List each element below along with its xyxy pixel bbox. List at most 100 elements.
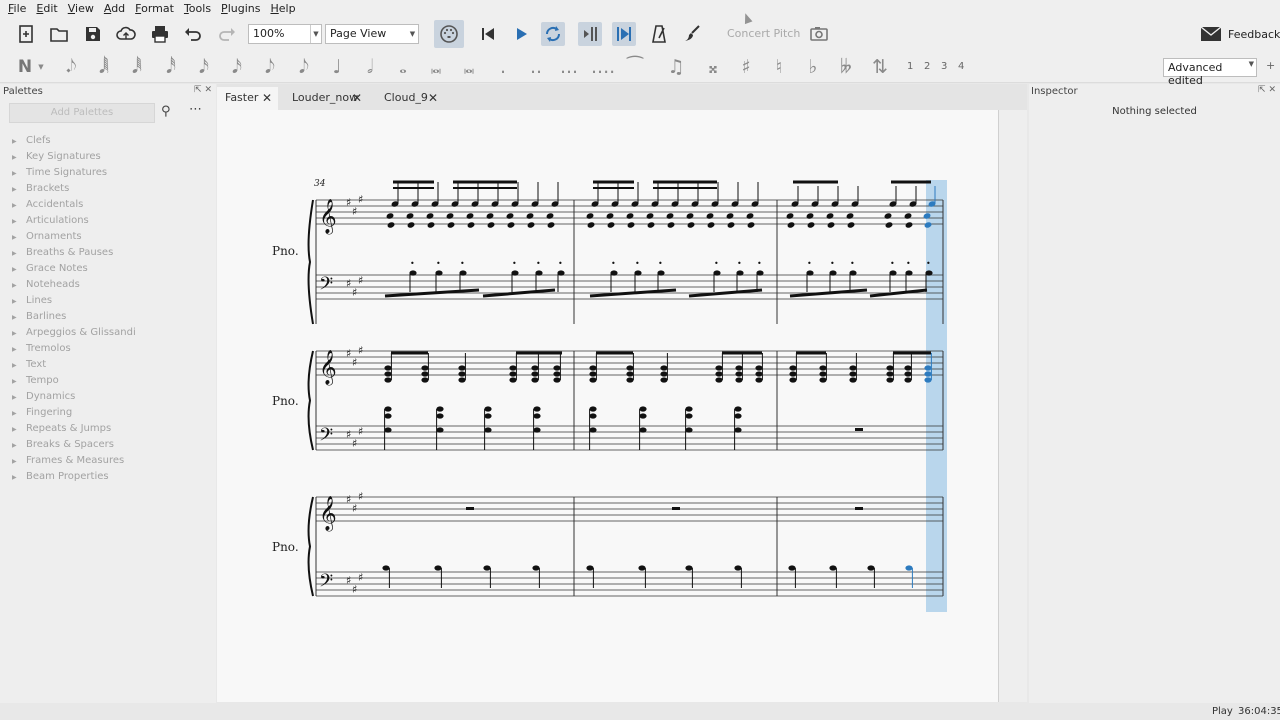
palette-item[interactable]: ▶ Grace Notes xyxy=(12,261,136,277)
flip-direction-icon[interactable]: ⇅ xyxy=(869,55,891,79)
palettes-panel: Palettes ⇱ ✕ Add Palettes ⚲ ⋯ ▶ Clefs ▶ Key… xyxy=(0,84,216,720)
metronome-icon[interactable] xyxy=(647,22,671,46)
zoom-combo[interactable]: 100% ▼ xyxy=(248,24,322,44)
menu-view[interactable]: View xyxy=(63,2,99,15)
palette-item[interactable]: ▶ Noteheads xyxy=(12,277,136,293)
voice-1-button[interactable]: 1 xyxy=(907,61,913,72)
palette-item[interactable]: ▶ Clefs xyxy=(12,133,136,149)
menu-add[interactable]: Add xyxy=(99,2,130,15)
view-mode-combo[interactable]: Page View ▼ xyxy=(325,24,419,44)
workspace-combo[interactable]: Advanced edited ▼ xyxy=(1163,58,1257,87)
tab-cloud-9[interactable]: Cloud_9 ✕ xyxy=(376,87,444,110)
loop-icon[interactable] xyxy=(541,22,565,46)
augmentation-dot-icon[interactable]: . xyxy=(492,55,514,79)
concert-pitch-button[interactable]: Concert Pitch xyxy=(727,27,800,40)
duration-half-icon[interactable]: 𝅗𝅥 xyxy=(359,55,381,79)
sharp-icon[interactable]: ♯ xyxy=(735,55,757,79)
menu-help[interactable]: Help xyxy=(265,2,300,15)
palette-item[interactable]: ▶ Repeats & Jumps xyxy=(12,421,136,437)
duration-128th-icon[interactable]: 𝅘𝅥𝅲 xyxy=(93,55,115,79)
palette-item[interactable]: ▶ Articulations xyxy=(12,213,136,229)
menu-plugins[interactable]: Plugins xyxy=(216,2,265,15)
loop-in-icon[interactable] xyxy=(578,22,602,46)
double-flat-icon[interactable]: 𝄫 xyxy=(835,55,857,79)
double-sharp-icon[interactable]: 𝄪 xyxy=(702,55,724,79)
tab-faster[interactable]: Faster ✕ xyxy=(217,87,278,110)
search-icon[interactable]: ⚲ xyxy=(161,104,171,119)
palette-item[interactable]: ▶ Breaths & Pauses xyxy=(12,245,136,261)
playback-settings-icon[interactable] xyxy=(680,22,704,46)
duration-32nd-icon[interactable]: 𝅘𝅥𝅰 xyxy=(160,55,182,79)
menu-file[interactable]: File xyxy=(3,2,31,15)
menu-format[interactable]: Format xyxy=(130,2,179,15)
double-dot-icon[interactable]: .. xyxy=(525,55,547,79)
duration-quarter-icon[interactable]: ♩ xyxy=(326,55,348,79)
voice-2-button[interactable]: 2 xyxy=(924,61,930,72)
panel-controls-icon[interactable]: ⇱ ✕ xyxy=(1258,85,1276,95)
voice-4-button[interactable]: 4 xyxy=(958,61,964,72)
save-online-icon[interactable] xyxy=(114,22,138,46)
palette-item[interactable]: ▶ Tremolos xyxy=(12,341,136,357)
slur-icon[interactable]: ♫ xyxy=(665,55,687,79)
duration-8th-icon[interactable]: 𝅘𝅥𝅮 xyxy=(259,55,281,79)
redo-icon[interactable] xyxy=(215,22,239,46)
add-toolbar-icon[interactable]: + xyxy=(1266,59,1275,72)
duration-8th-icon[interactable]: 𝅘𝅥𝅯 xyxy=(226,55,248,79)
midi-input-icon[interactable] xyxy=(434,20,464,48)
score-page[interactable]: 𝄞 ♯ ♯ ♯ 𝄢 ♯ ♯ ♯ 𝄞 ♯ ♯ ♯ 𝄢 ♯ ♯ ♯ 𝄞 ♯ ♯ ♯ 𝄢 ♯ ♯ ♯ • • • • • • • • • • • • • • • •… xyxy=(217,110,999,702)
palette-item[interactable]: ▶ Fingering xyxy=(12,405,136,421)
open-icon[interactable] xyxy=(47,22,71,46)
palette-item[interactable]: ▶ Arpeggios & Glissandi xyxy=(12,325,136,341)
palette-item[interactable]: ▶ Barlines xyxy=(12,309,136,325)
duration-breve-icon[interactable]: 𝅜 xyxy=(425,55,447,79)
close-icon[interactable]: ✕ xyxy=(428,87,438,109)
flat-icon[interactable]: ♭ xyxy=(802,55,824,79)
duration-longa-icon[interactable]: 𝅜 xyxy=(458,55,480,79)
menu-edit[interactable]: Edit xyxy=(31,2,62,15)
quadruple-dot-icon[interactable]: .... xyxy=(591,55,615,79)
tab-louder-now[interactable]: Louder_now ✕ xyxy=(284,87,368,110)
print-icon[interactable] xyxy=(148,22,172,46)
palette-item[interactable]: ▶ Time Signatures xyxy=(12,165,136,181)
triple-dot-icon[interactable]: ... xyxy=(558,55,580,79)
tie-icon[interactable]: ⁀ xyxy=(624,55,646,79)
menu-tools[interactable]: Tools xyxy=(179,2,216,15)
chevron-right-icon: ▶ xyxy=(12,442,17,449)
sharp-icon: ♯ xyxy=(346,347,351,360)
note-input-mode-icon[interactable]: N xyxy=(14,55,36,79)
palette-item[interactable]: ▶ Lines xyxy=(12,293,136,309)
palette-item[interactable]: ▶ Breaks & Spacers xyxy=(12,437,136,453)
close-icon[interactable]: ✕ xyxy=(352,87,362,109)
duration-1024th-icon[interactable]: 𝆺𝅥𝅮 xyxy=(60,55,82,79)
add-palettes-button[interactable]: Add Palettes xyxy=(9,103,155,123)
duration-64th-icon[interactable]: 𝅘𝅥𝅱 xyxy=(126,55,148,79)
palette-item[interactable]: ▶ Dynamics xyxy=(12,389,136,405)
camera-icon[interactable] xyxy=(807,22,831,46)
voice-3-button[interactable]: 3 xyxy=(941,61,947,72)
palette-item[interactable]: ▶ Beam Properties xyxy=(12,469,136,485)
more-options-icon[interactable]: ⋯ xyxy=(189,102,202,117)
natural-icon[interactable]: ♮ xyxy=(768,55,790,79)
save-icon[interactable] xyxy=(81,22,105,46)
palette-item[interactable]: ▶ Key Signatures xyxy=(12,149,136,165)
duration-16th-icon[interactable]: 𝅘𝅥𝅯 xyxy=(193,55,215,79)
duration-8th-icon[interactable]: 𝅘𝅥𝅮 xyxy=(293,55,315,79)
new-score-icon[interactable] xyxy=(14,22,38,46)
chevron-down-icon[interactable]: ▼ xyxy=(35,55,47,79)
undo-icon[interactable] xyxy=(181,22,205,46)
palette-item[interactable]: ▶ Brackets xyxy=(12,181,136,197)
palette-item[interactable]: ▶ Accidentals xyxy=(12,197,136,213)
duration-whole-icon[interactable]: 𝅝 xyxy=(392,55,414,79)
notehead xyxy=(904,377,912,383)
close-icon[interactable]: ✕ xyxy=(262,87,272,109)
palette-item[interactable]: ▶ Tempo xyxy=(12,373,136,389)
panel-controls-icon[interactable]: ⇱ ✕ xyxy=(194,85,212,95)
score-canvas[interactable]: 𝄞 ♯♯♯𝄢 ♯♯♯𝄞 ♯♯♯𝄢 ♯♯♯𝄞 ♯♯♯𝄢 ♯♯♯• • • • • • • • • • • • • • • •… xyxy=(217,110,999,702)
rewind-icon[interactable] xyxy=(476,22,500,46)
feedback-button[interactable]: Feedback xyxy=(1200,26,1280,42)
play-icon[interactable] xyxy=(509,22,533,46)
palette-item[interactable]: ▶ Frames & Measures xyxy=(12,453,136,469)
palette-item[interactable]: ▶ Ornaments xyxy=(12,229,136,245)
palette-item[interactable]: ▶ Text xyxy=(12,357,136,373)
loop-out-icon[interactable] xyxy=(612,22,636,46)
